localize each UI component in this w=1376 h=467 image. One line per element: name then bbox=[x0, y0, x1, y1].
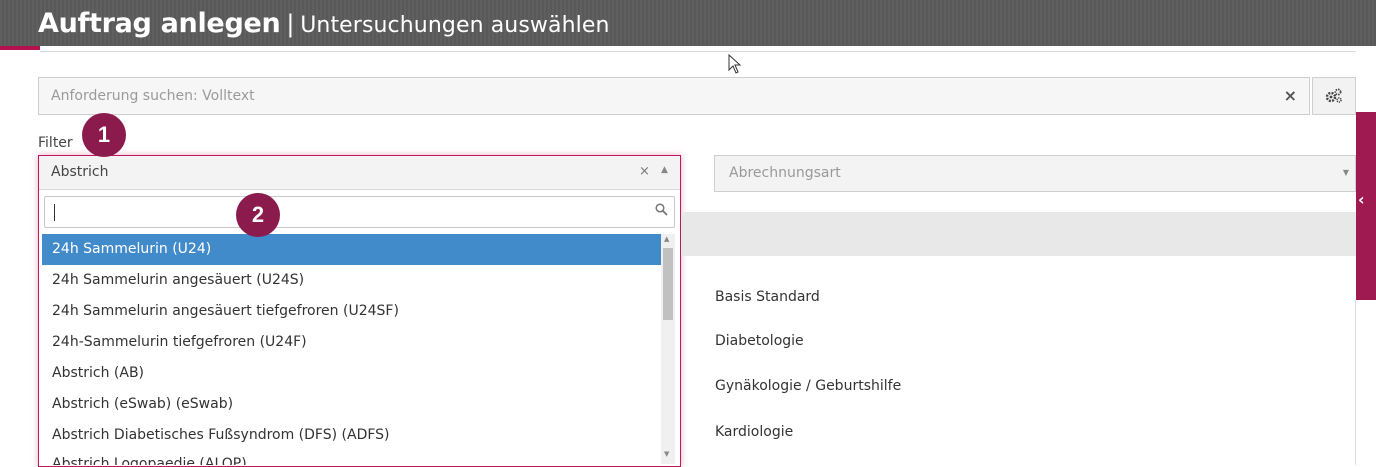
filter-label: Filter bbox=[38, 135, 73, 151]
filter-option[interactable]: 24h Sammelurin angesäuert tiefgefroren (… bbox=[42, 296, 662, 327]
filter-select-dropdown[interactable]: Abstrich × ▲ 24h Sammelurin (U24) 24h Sa… bbox=[38, 155, 681, 467]
text-caret bbox=[54, 204, 55, 221]
filter-select[interactable]: Abstrich × ▲ bbox=[39, 156, 680, 190]
filter-option[interactable]: Abstrich Diabetisches Fußsyndrom (DFS) (… bbox=[42, 420, 662, 451]
filter-option[interactable]: 24h-Sammelurin tiefgefroren (U24F) bbox=[42, 327, 662, 358]
scroll-down-icon[interactable]: ▼ bbox=[664, 450, 669, 458]
step-badge-2: 2 bbox=[236, 193, 280, 237]
chevron-left-icon: ‹ bbox=[1358, 190, 1365, 209]
chevron-down-icon[interactable]: ▼ bbox=[1343, 168, 1349, 177]
category-item[interactable]: Gynäkologie / Geburtshilfe bbox=[715, 378, 901, 394]
filter-option[interactable]: Abstrich (AB) bbox=[42, 358, 662, 389]
scrollbar-thumb[interactable] bbox=[663, 248, 673, 320]
section-header-band bbox=[681, 212, 1356, 256]
page-title: Auftrag anlegen | Untersuchungen auswählen bbox=[38, 8, 610, 39]
options-scrollbar[interactable]: ▲ ▼ bbox=[661, 234, 675, 464]
billing-type-select[interactable]: Abrechnungsart ▼ bbox=[714, 155, 1356, 192]
title-separator: | bbox=[286, 10, 295, 38]
filter-search-input[interactable] bbox=[44, 196, 675, 228]
header-divider bbox=[40, 51, 1356, 52]
scroll-up-icon[interactable]: ▲ bbox=[664, 235, 669, 243]
chevron-up-icon[interactable]: ▲ bbox=[661, 165, 668, 175]
search-icon bbox=[655, 203, 668, 216]
filter-clear-icon[interactable]: × bbox=[639, 164, 650, 179]
page-subtitle: Untersuchungen auswählen bbox=[300, 13, 610, 38]
category-item[interactable]: Kardiologie bbox=[715, 424, 793, 440]
step-badge-1: 1 bbox=[82, 113, 126, 157]
clear-search-icon[interactable]: × bbox=[1284, 86, 1297, 105]
filter-selected-value: Abstrich bbox=[51, 164, 109, 180]
filter-option[interactable]: Abstrich Logopaedie (ALOP) bbox=[42, 451, 662, 465]
header-accent-bar bbox=[0, 46, 40, 50]
page-header: Auftrag anlegen | Untersuchungen auswählen bbox=[0, 0, 1376, 46]
gears-icon bbox=[1325, 88, 1342, 103]
settings-button[interactable] bbox=[1312, 77, 1356, 115]
collapse-panel-tab[interactable]: ‹ bbox=[1356, 112, 1376, 300]
filter-options-list: 24h Sammelurin (U24) 24h Sammelurin ange… bbox=[42, 234, 662, 465]
mouse-pointer-icon bbox=[728, 54, 742, 74]
filter-option[interactable]: Abstrich (eSwab) (eSwab) bbox=[42, 389, 662, 420]
category-item[interactable]: Diabetologie bbox=[715, 333, 804, 349]
page-title-main: Auftrag anlegen bbox=[38, 8, 281, 39]
billing-type-placeholder: Abrechnungsart bbox=[729, 165, 841, 181]
category-item[interactable]: Basis Standard bbox=[715, 289, 820, 305]
panel-border bbox=[1355, 300, 1356, 465]
search-placeholder: Anforderung suchen: Volltext bbox=[51, 88, 255, 104]
filter-option[interactable]: 24h Sammelurin angesäuert (U24S) bbox=[42, 265, 662, 296]
filter-option[interactable]: 24h Sammelurin (U24) bbox=[42, 234, 662, 265]
search-input[interactable]: Anforderung suchen: Volltext × bbox=[38, 77, 1310, 115]
